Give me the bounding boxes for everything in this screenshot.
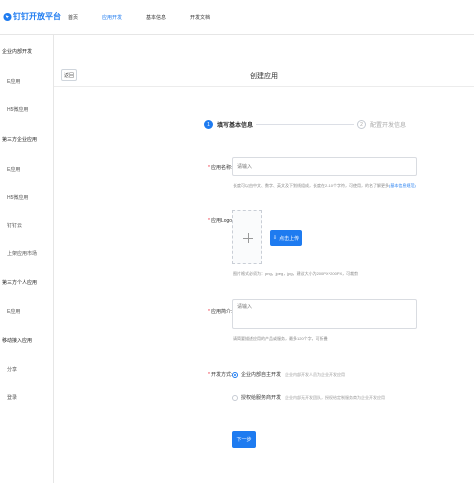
sidebar-item-login[interactable]: 登录	[7, 394, 17, 401]
logo-upload-area[interactable]	[232, 210, 262, 264]
app-intro-hint: 请简要描述应用的产品或服务，最多120个字，可折叠	[233, 336, 328, 341]
sidebar: 企业内部开发 E应用 H5微应用 第三方企业应用 E应用 H5微应用 钉钉云 上…	[0, 35, 54, 483]
sidebar-group-third-party-enterprise: 第三方企业应用	[2, 137, 38, 143]
dev-mode-label: *开发方式:	[208, 372, 233, 378]
top-nav: 首页 应用开发 基本信息 开发文档	[68, 14, 234, 21]
sidebar-item-internal-e-app[interactable]: E应用	[7, 78, 20, 85]
sidebar-item-internal-h5[interactable]: H5微应用	[7, 106, 28, 113]
sidebar-item-third-e-app[interactable]: E应用	[7, 166, 20, 173]
nav-docs[interactable]: 开发文档	[190, 14, 210, 21]
step-label: 配置开发信息	[370, 123, 407, 129]
radio-vendor-dev[interactable]: 授权给服务商开发 企业内部无开发团队，授权给定制服务商为企业开发应用	[232, 394, 385, 401]
upload-icon: ⇩	[272, 235, 278, 241]
step-label: 填写基本信息	[217, 123, 254, 129]
page-title: 创建应用	[250, 73, 278, 80]
app-intro-label: *应用简介:	[208, 309, 233, 315]
main-content: 返回 创建应用 1 填写基本信息 2 配置开发信息 *应用名称: 长度可以由中文…	[54, 35, 474, 483]
radio-button[interactable]	[232, 371, 238, 378]
top-bar: 钉钉开放平台 首页 应用开发 基本信息 开发文档	[0, 0, 474, 35]
radio-button[interactable]	[232, 394, 238, 401]
logo-hint: 图片格式必须为：png，jpeg，jpg，建议大小为200PX*200PX，可裁…	[233, 271, 359, 276]
sidebar-item-dingtalk-cloud[interactable]: 钉钉云	[7, 222, 22, 229]
step-dev-info: 2 配置开发信息	[357, 120, 406, 129]
sidebar-group-internal: 企业内部开发	[2, 49, 33, 55]
sidebar-group-third-party-personal: 第三方个人应用	[2, 280, 38, 286]
step-number: 1	[204, 120, 213, 129]
step-number: 2	[357, 120, 366, 129]
app-intro-textarea[interactable]	[232, 299, 417, 329]
sidebar-item-app-market[interactable]: 上架应用市场	[7, 250, 37, 257]
step-connector	[256, 124, 354, 125]
nav-app-development[interactable]: 应用开发	[102, 14, 122, 21]
naming-rules-link[interactable]: (基本信息规范)	[389, 183, 416, 188]
app-name-label: *应用名称:	[208, 165, 233, 171]
sidebar-item-share[interactable]: 分享	[7, 366, 17, 373]
upload-button[interactable]: ⇩ 点击上传	[270, 230, 302, 246]
next-button[interactable]: 下一步	[232, 431, 256, 448]
app-name-input[interactable]	[232, 157, 417, 176]
app-name-hint: 长度可以由中文、数字、英文及下划线组成，长度在2-10个字符，可使用，的名了解更…	[233, 183, 416, 188]
step-basic-info: 1 填写基本信息	[204, 120, 253, 129]
nav-basic-info[interactable]: 基本信息	[146, 14, 166, 21]
nav-home[interactable]: 首页	[68, 14, 78, 21]
app-logo-label: *应用Logo:	[208, 218, 234, 224]
radio-internal-dev[interactable]: 企业内部自主开发 企业内部开发人员为企业开发应用	[232, 371, 345, 378]
sidebar-item-personal-e-app[interactable]: E应用	[7, 308, 20, 315]
dingtalk-logo-icon	[3, 12, 12, 21]
logo[interactable]: 钉钉开放平台	[3, 11, 61, 22]
logo-text: 钉钉开放平台	[13, 12, 61, 21]
page-header: 返回 创建应用	[54, 65, 474, 87]
sidebar-group-mobile: 移动接入应用	[2, 338, 33, 344]
sidebar-item-third-h5[interactable]: H5微应用	[7, 194, 28, 201]
